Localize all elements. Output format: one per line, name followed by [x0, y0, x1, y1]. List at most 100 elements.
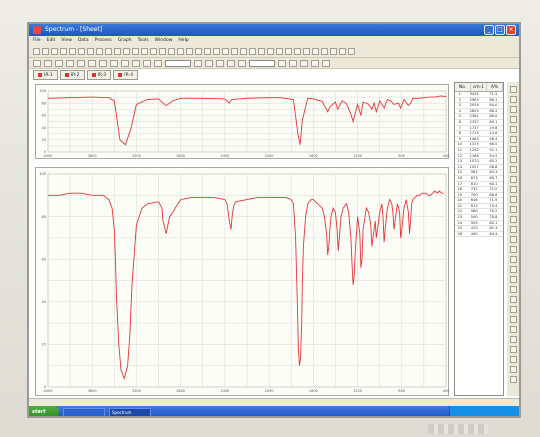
side-tool-button[interactable] [509, 336, 517, 343]
side-tool-button[interactable] [509, 216, 517, 223]
toolbar-button[interactable] [87, 48, 94, 55]
menu-item[interactable]: View [61, 36, 72, 46]
toolbar-button[interactable] [289, 59, 297, 67]
side-tool-button[interactable] [509, 176, 517, 183]
side-tool-button[interactable] [509, 266, 517, 273]
side-tool-button[interactable] [509, 256, 517, 263]
toolbar-button[interactable] [132, 48, 139, 55]
side-tool-button[interactable] [509, 316, 517, 323]
tab-ir-1[interactable]: IR-1 [33, 70, 58, 80]
side-tool-button[interactable] [509, 356, 517, 363]
side-tool-button[interactable] [509, 86, 517, 93]
table-row[interactable]: 26 440 84.4 [455, 232, 503, 238]
side-tool-button[interactable] [509, 146, 517, 153]
start-button[interactable]: start [29, 406, 59, 416]
toolbar-button[interactable] [311, 59, 319, 67]
toolbar-button[interactable] [276, 48, 283, 55]
toolbar-button[interactable] [168, 48, 175, 55]
overview-spectrum-plot[interactable]: 4000 3600 3200 2800 2400 2000 1600 1200 800 400 0 2… [35, 84, 449, 159]
toolbar-button[interactable] [285, 48, 292, 55]
side-tool-button[interactable] [509, 116, 517, 123]
menu-item[interactable]: Data [78, 36, 89, 46]
side-tool-button[interactable] [509, 366, 517, 373]
toolbar-button[interactable] [213, 48, 220, 55]
side-tool-button[interactable] [509, 136, 517, 143]
toolbar-button[interactable] [195, 48, 202, 55]
toolbar-button[interactable] [186, 48, 193, 55]
toolbar-button[interactable] [339, 48, 346, 55]
toolbar-button[interactable] [33, 48, 40, 55]
tab-ir-4[interactable]: IR-4 [113, 70, 139, 80]
toolbar-button[interactable] [300, 59, 308, 67]
toolbar-button[interactable] [55, 59, 63, 67]
menu-item[interactable]: File [33, 36, 41, 46]
taskbar-item-spectrum[interactable]: Spectrum [109, 407, 151, 416]
toolbar-button[interactable] [216, 59, 224, 67]
close-icon[interactable]: × [506, 25, 516, 35]
side-tool-button[interactable] [509, 286, 517, 293]
toolbar-button[interactable] [33, 59, 41, 67]
toolbar-button[interactable] [77, 59, 85, 67]
toolbar-button[interactable] [150, 48, 157, 55]
toolbar-button[interactable] [205, 59, 213, 67]
toolbar-field[interactable] [165, 59, 191, 67]
side-tool-button[interactable] [509, 166, 517, 173]
side-tool-button[interactable] [509, 206, 517, 213]
toolbar-button[interactable] [312, 48, 319, 55]
toolbar-button[interactable] [132, 59, 140, 67]
column-header-wavenumber[interactable]: cm-1 [471, 83, 487, 91]
toolbar-button[interactable] [42, 48, 49, 55]
toolbar-button[interactable] [66, 59, 74, 67]
main-spectrum-plot[interactable]: 4000 3600 3200 2800 2400 2000 1600 1200 800 400 0 2… [35, 167, 449, 396]
menu-item[interactable]: Help [178, 36, 188, 46]
toolbar-button[interactable] [44, 59, 52, 67]
side-tool-button[interactable] [509, 156, 517, 163]
toolbar-button[interactable] [204, 48, 211, 55]
toolbar-button[interactable] [194, 59, 202, 67]
toolbar-button[interactable] [330, 48, 337, 55]
menu-item[interactable]: Graph [118, 36, 132, 46]
monitor-buttons[interactable] [428, 424, 488, 434]
menu-item[interactable]: Tools [138, 36, 149, 46]
toolbar-button[interactable] [154, 59, 162, 67]
toolbar-button[interactable] [249, 48, 256, 55]
toolbar-button[interactable] [51, 48, 58, 55]
side-tool-button[interactable] [509, 106, 517, 113]
toolbar-button[interactable] [177, 48, 184, 55]
toolbar-button[interactable] [258, 48, 265, 55]
toolbar-button[interactable] [222, 48, 229, 55]
toolbar-button[interactable] [105, 48, 112, 55]
menu-item[interactable]: Process [95, 36, 112, 46]
toolbar-button[interactable] [159, 48, 166, 55]
column-header-no[interactable]: No. [455, 83, 471, 91]
tab-ir-3[interactable]: IR-3 [86, 70, 112, 80]
toolbar-button[interactable] [294, 48, 301, 55]
side-tool-button[interactable] [509, 306, 517, 313]
toolbar-button[interactable] [322, 59, 330, 67]
toolbar-button[interactable] [231, 48, 238, 55]
toolbar-button[interactable] [99, 59, 107, 67]
tab-ir-2[interactable]: IR-2 [59, 70, 85, 80]
side-tool-button[interactable] [509, 196, 517, 203]
side-tool-button[interactable] [509, 296, 517, 303]
side-tool-button[interactable] [509, 376, 517, 383]
menu-item[interactable]: Window [155, 36, 173, 46]
taskbar-item[interactable] [63, 407, 105, 416]
side-tool-button[interactable] [509, 236, 517, 243]
toolbar-button[interactable] [123, 48, 130, 55]
toolbar-button[interactable] [278, 59, 286, 67]
toolbar-button[interactable] [141, 48, 148, 55]
toolbar-button[interactable] [143, 59, 151, 67]
maximize-icon[interactable]: □ [495, 25, 505, 35]
toolbar-field[interactable] [249, 59, 275, 67]
toolbar-button[interactable] [227, 59, 235, 67]
side-tool-button[interactable] [509, 186, 517, 193]
side-tool-button[interactable] [509, 226, 517, 233]
toolbar-button[interactable] [60, 48, 67, 55]
toolbar-button[interactable] [348, 48, 355, 55]
toolbar-button[interactable] [69, 48, 76, 55]
toolbar-button[interactable] [121, 59, 129, 67]
toolbar-button[interactable] [114, 48, 121, 55]
menu-item[interactable]: Edit [47, 36, 56, 46]
toolbar-button[interactable] [240, 48, 247, 55]
